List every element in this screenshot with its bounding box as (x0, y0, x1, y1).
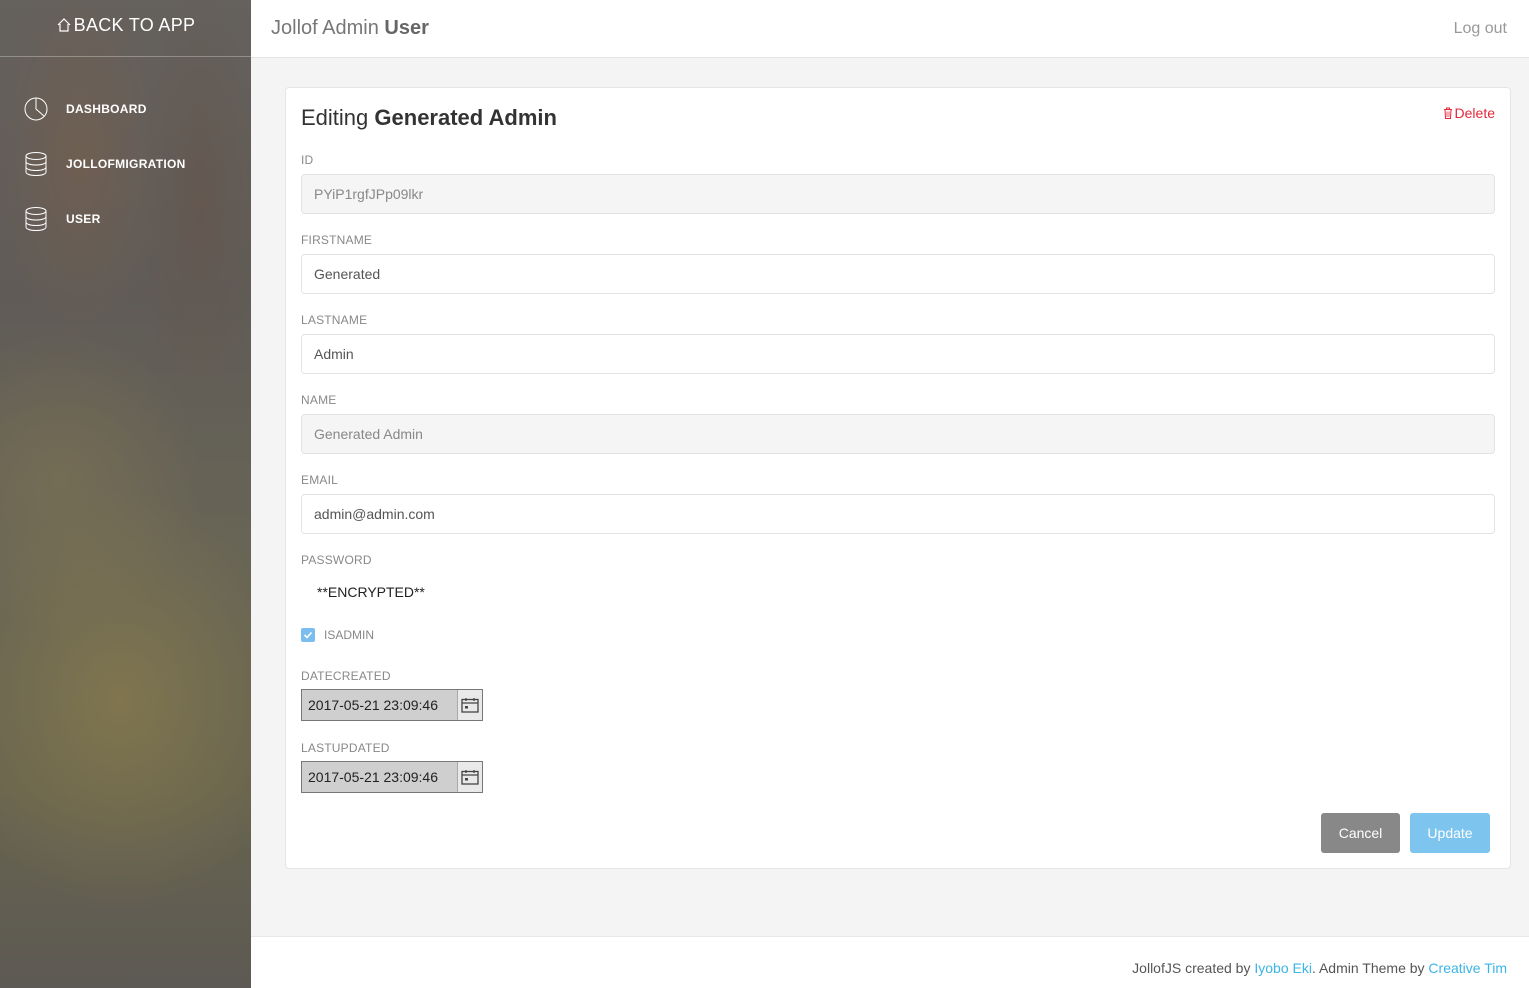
datecreated-label: DATECREATED (301, 669, 391, 683)
footer: JollofJS created by Iyobo Eki. Admin The… (251, 936, 1529, 988)
top-navbar: Jollof Admin User Log out (251, 0, 1529, 58)
password-value: **ENCRYPTED** (317, 584, 425, 600)
footer-text-2: . Admin Theme by (1311, 959, 1425, 976)
theme-author-link[interactable]: Creative Tim (1428, 960, 1507, 976)
id-label: ID (301, 153, 314, 167)
lastupdated-field[interactable]: 2017-05-21 23:09:46 (301, 761, 483, 793)
database-icon (25, 206, 47, 231)
calendar-icon (461, 698, 479, 713)
sidebar-item-user[interactable]: USER (0, 191, 251, 246)
back-to-app-label: BACK TO APP (73, 14, 196, 35)
id-field[interactable] (301, 174, 1495, 214)
delete-button[interactable]: Delete (1443, 105, 1495, 121)
lastupdated-value[interactable]: 2017-05-21 23:09:46 (302, 762, 457, 792)
author-link[interactable]: Iyobo Eki (1254, 960, 1312, 976)
lastupdated-picker-button[interactable] (457, 762, 482, 792)
brand-prefix: Jollof Admin (271, 17, 379, 39)
sidebar: BACK TO APP DASHBOARD JOLLOFMIGRATION US… (0, 0, 251, 988)
lastupdated-label: LASTUPDATED (301, 741, 390, 755)
home-icon (57, 18, 71, 32)
email-label: EMAIL (301, 473, 339, 487)
name-field[interactable] (301, 414, 1495, 454)
isadmin-label: ISADMIN (324, 628, 375, 642)
password-label: PASSWORD (301, 553, 372, 567)
datecreated-picker-button[interactable] (457, 690, 482, 720)
name-label: NAME (301, 393, 337, 407)
cancel-button[interactable]: Cancel (1321, 813, 1400, 853)
page-title: Jollof Admin User (271, 17, 429, 40)
email-field[interactable] (301, 494, 1495, 534)
form-title-prefix: Editing (301, 105, 369, 130)
lastname-label: LASTNAME (301, 313, 368, 327)
delete-label: Delete (1454, 105, 1495, 121)
calendar-icon (461, 770, 479, 785)
footer-text-1: JollofJS created by (1132, 959, 1251, 976)
edit-form-card: Editing Generated Admin Delete ID FIRSTN… (285, 87, 1511, 869)
sidebar-item-label: JOLLOFMIGRATION (66, 156, 186, 171)
sidebar-item-label: DASHBOARD (66, 101, 147, 116)
sidebar-item-label: USER (66, 211, 101, 226)
datecreated-field[interactable]: 2017-05-21 23:09:46 (301, 689, 483, 721)
back-to-app-link[interactable]: BACK TO APP (0, 0, 251, 57)
logout-link[interactable]: Log out (1454, 20, 1507, 38)
firstname-field[interactable] (301, 254, 1495, 294)
sidebar-item-jollofmigration[interactable]: JOLLOFMIGRATION (0, 136, 251, 191)
isadmin-checkbox[interactable] (301, 628, 315, 642)
form-title: Editing Generated Admin (301, 105, 557, 131)
form-title-name: Generated Admin (374, 105, 557, 130)
isadmin-row: ISADMIN (301, 628, 374, 642)
update-button[interactable]: Update (1410, 813, 1490, 853)
sidebar-item-dashboard[interactable]: DASHBOARD (0, 81, 251, 136)
firstname-label: FIRSTNAME (301, 233, 373, 247)
lastname-field[interactable] (301, 334, 1495, 374)
checkmark-icon (303, 631, 313, 639)
sidebar-nav: DASHBOARD JOLLOFMIGRATION USER (0, 81, 251, 246)
database-icon (25, 151, 47, 176)
pie-chart-icon (24, 97, 48, 120)
trash-icon (1443, 107, 1452, 119)
datecreated-value[interactable]: 2017-05-21 23:09:46 (302, 690, 457, 720)
brand-model: User (384, 17, 429, 39)
